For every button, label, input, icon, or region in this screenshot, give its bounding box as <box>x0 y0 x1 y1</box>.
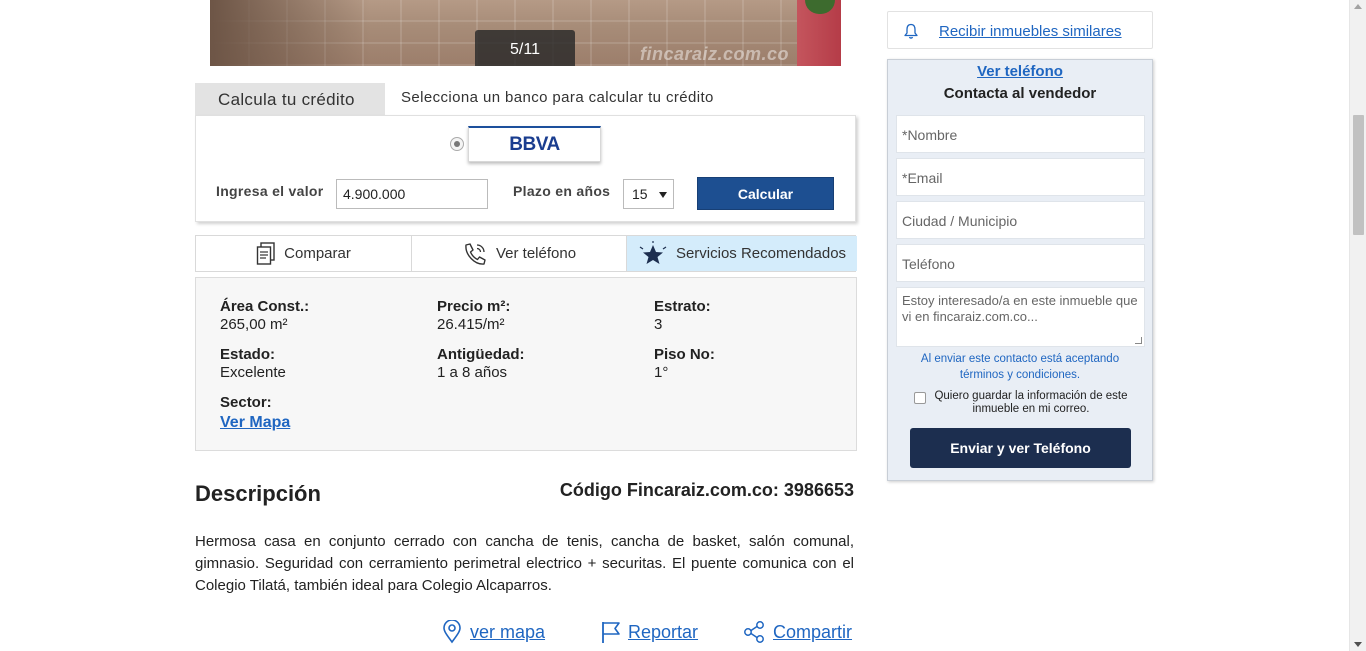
scroll-up-icon[interactable] <box>1354 4 1362 9</box>
map-link[interactable]: ver mapa <box>442 620 545 644</box>
term-select-value: 15 <box>632 186 648 202</box>
contact-seller-form: Ver teléfono Contacta al vendedor *Nombr… <box>887 59 1153 481</box>
value-input[interactable]: 4.900.000 <box>336 179 488 209</box>
save-info-label: Quiero guardar la información de este in… <box>934 390 1128 415</box>
name-field[interactable]: *Nombre <box>896 115 1145 153</box>
chevron-down-icon <box>659 192 667 198</box>
share-link[interactable]: Compartir <box>743 620 852 644</box>
credit-calculator: BBVA Ingresa el valor 4.900.000 Plazo en… <box>195 115 856 222</box>
contact-title: Contacta al vendedor <box>943 85 1097 102</box>
see-phone-label: Ver teléfono <box>495 245 577 262</box>
message-placeholder: Estoy interesado/a en este inmueble que … <box>902 293 1138 324</box>
feature-estado-label: Estado: <box>220 346 276 363</box>
description-text: Hermosa casa en conjunto cerrado con can… <box>195 533 854 594</box>
feature-price-label: Precio m²: <box>437 298 511 315</box>
action-tabs: Comparar Ver teléfono Servicios Recomend… <box>195 235 857 272</box>
feature-antiguedad-value: 1 a 8 años <box>437 364 508 381</box>
phone-field[interactable]: Teléfono <box>896 244 1145 282</box>
see-map-link[interactable]: Ver Mapa <box>220 414 290 432</box>
terms-link[interactable]: Al enviar este contacto está aceptando t… <box>888 351 1152 383</box>
city-field[interactable]: Ciudad / Municipio <box>896 201 1145 239</box>
term-select[interactable]: 15 <box>623 179 674 209</box>
send-and-see-phone-button[interactable]: Enviar y ver Teléfono <box>910 428 1131 468</box>
map-link-label: ver mapa <box>470 621 546 642</box>
feature-area-value: 265,00 m² <box>220 316 288 333</box>
feature-antiguedad-label: Antigüedad: <box>437 346 525 363</box>
description-title: Descripción <box>195 481 321 506</box>
feature-estado: Estado: Excelente <box>220 346 286 382</box>
photo-watermark: fincaraiz.com.co <box>640 44 790 64</box>
feature-estado-value: Excelente <box>220 364 286 381</box>
scroll-down-icon[interactable] <box>1354 642 1362 647</box>
bank-logo-bbva[interactable]: BBVA <box>468 126 601 162</box>
term-label: Plazo en años <box>513 183 611 199</box>
credit-subtitle: Selecciona un banco para calcular tu cré… <box>401 89 714 106</box>
email-field[interactable]: *Email <box>896 158 1145 196</box>
feature-estrato: Estrato: 3 <box>654 298 711 334</box>
feature-price-value: 26.415/m² <box>437 316 505 333</box>
phone-icon <box>465 242 486 265</box>
location-pin-icon <box>443 620 461 644</box>
recommended-services-tab[interactable]: Servicios Recomendados <box>627 236 857 271</box>
terms-text: Al enviar este contacto está aceptando t… <box>920 353 1120 381</box>
feature-sector-label: Sector: <box>220 394 272 411</box>
see-phone-link[interactable]: Ver teléfono <box>888 63 1152 80</box>
share-icon <box>744 621 764 643</box>
message-field[interactable]: Estoy interesado/a en este inmueble que … <box>896 287 1145 347</box>
resize-handle[interactable] <box>1135 337 1142 344</box>
credit-tab[interactable]: Calcula tu crédito <box>195 83 385 116</box>
page-scrollbar[interactable] <box>1349 0 1366 651</box>
similar-properties-link[interactable]: Recibir inmuebles similares <box>939 23 1122 40</box>
scrollbar-thumb[interactable] <box>1353 115 1364 235</box>
bell-icon <box>904 23 918 39</box>
share-link-label: Compartir <box>773 621 853 642</box>
property-photo[interactable]: fincaraiz.com.co 5/11 <box>210 0 841 66</box>
star-icon <box>639 240 667 264</box>
report-link-label: Reportar <box>628 621 699 642</box>
property-code: Código Fincaraiz.com.co: 3986653 <box>559 480 854 500</box>
feature-area: Área Const.: 265,00 m² <box>220 298 309 334</box>
feature-estrato-value: 3 <box>654 316 663 333</box>
recommended-services-label: Servicios Recomendados <box>675 245 847 262</box>
photo-counter: 5/11 <box>475 30 575 66</box>
feature-piso-label: Piso No: <box>654 346 715 363</box>
feature-estrato-label: Estrato: <box>654 298 711 315</box>
feature-price: Precio m²: 26.415/m² <box>437 298 510 334</box>
compare-icon <box>256 241 275 265</box>
feature-area-label: Área Const.: <box>220 298 310 315</box>
compare-label: Comparar <box>284 245 351 262</box>
feature-sector: Sector: Ver Mapa <box>220 394 290 432</box>
report-link[interactable]: Reportar <box>600 620 698 644</box>
photo-shadow <box>210 0 370 66</box>
feature-piso-value: 1° <box>654 364 669 381</box>
compare-button[interactable]: Comparar <box>196 236 412 271</box>
value-label: Ingresa el valor <box>216 183 324 199</box>
feature-piso: Piso No: 1° <box>654 346 715 382</box>
see-phone-button[interactable]: Ver teléfono <box>412 236 627 271</box>
bank-radio[interactable] <box>450 137 464 151</box>
similar-properties-box[interactable]: Recibir inmuebles similares <box>887 11 1153 49</box>
calculate-button[interactable]: Calcular <box>697 177 834 210</box>
feature-antiguedad: Antigüedad: 1 a 8 años <box>437 346 525 382</box>
flag-icon <box>602 622 620 643</box>
property-features: Área Const.: 265,00 m² Precio m²: 26.415… <box>195 277 857 451</box>
